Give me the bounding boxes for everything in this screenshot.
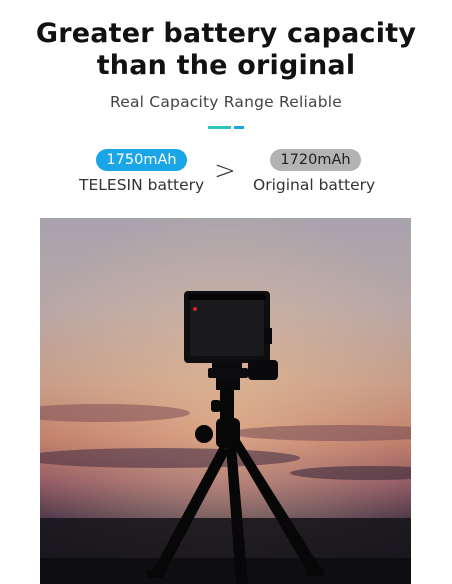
original-battery-label: Original battery [253, 176, 376, 194]
greater-than-sign: > [214, 156, 236, 186]
headline: Greater battery capacity than the origin… [0, 18, 452, 82]
accent-divider-right [234, 126, 244, 129]
product-photo [40, 218, 411, 584]
sunset-tripod-camera-image [40, 218, 411, 584]
headline-line-2: than the original [96, 50, 356, 81]
telesin-battery-label: TELESIN battery [79, 176, 205, 194]
original-capacity-badge: 1720mAh [270, 149, 361, 171]
subheading: Real Capacity Range Reliable [109, 93, 343, 111]
accent-divider-left [208, 126, 231, 129]
telesin-capacity-badge: 1750mAh [96, 149, 187, 171]
headline-line-1: Greater battery capacity [35, 18, 417, 49]
